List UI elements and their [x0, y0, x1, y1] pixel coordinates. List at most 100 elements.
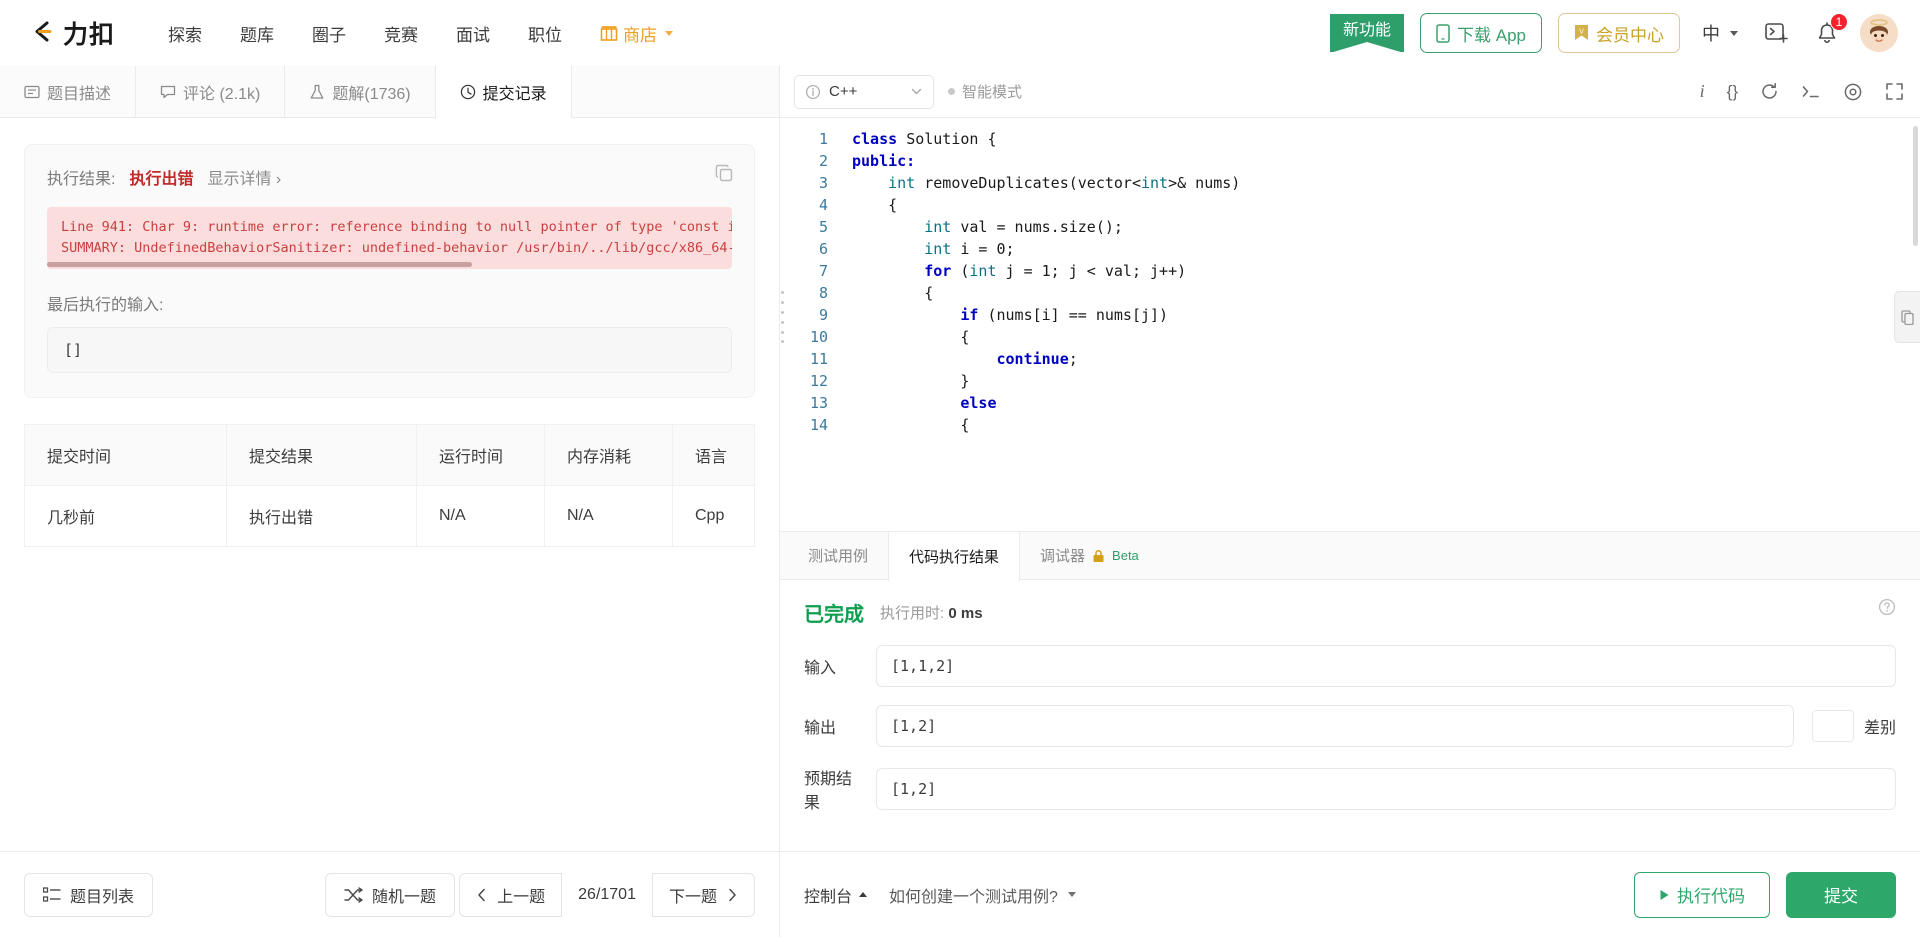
next-problem-button[interactable]: 下一题: [651, 872, 755, 917]
run-code-label: 执行代码: [1677, 887, 1745, 906]
nav-label: 题库: [240, 25, 275, 45]
code-token: (: [951, 262, 970, 280]
code-content[interactable]: class Solution {public: int removeDuplic…: [838, 118, 1920, 531]
line-number: 2: [818, 152, 828, 170]
vip-badge-icon: V: [1574, 24, 1589, 42]
info-icon[interactable]: i: [1700, 81, 1705, 102]
diff-toggle[interactable]: [1811, 710, 1854, 742]
run-code-button[interactable]: 执行代码: [1634, 871, 1770, 918]
info-circle-icon: [805, 84, 821, 100]
code-token: >& nums): [1168, 174, 1241, 192]
code-line[interactable]: int removeDuplicates(vector<int>& nums): [852, 172, 1920, 194]
vip-center-button[interactable]: V 会员中心: [1558, 13, 1680, 53]
new-feature-label: 新功能: [1330, 14, 1405, 52]
code-vertical-scrollbar[interactable]: [1913, 126, 1918, 246]
nav-item-problems[interactable]: 题库: [221, 21, 293, 46]
terminal-add-icon[interactable]: [1760, 16, 1794, 50]
help-circle-icon[interactable]: [1878, 598, 1896, 616]
code-token: {: [852, 328, 970, 346]
collapse-panel-button[interactable]: [1894, 291, 1920, 344]
code-line[interactable]: for (int j = 1; j < val; j++): [852, 260, 1920, 282]
format-braces-icon[interactable]: {}: [1727, 82, 1738, 102]
tab-solutions[interactable]: 题解(1736): [285, 66, 436, 117]
show-details-link[interactable]: 显示详情 ›: [207, 165, 281, 189]
console-toggle-button[interactable]: 控制台: [804, 883, 868, 907]
tab-label: 测试用例: [808, 548, 869, 565]
nav-item-store[interactable]: 商店: [581, 21, 692, 46]
tab-comments[interactable]: 评论 (2.1k): [136, 66, 286, 117]
cell-result[interactable]: 执行出错: [226, 485, 417, 547]
main-nav: 探索 题库 圈子 竞赛 面试 职位 商店: [149, 21, 692, 46]
tab-execution-result[interactable]: 代码执行结果: [888, 531, 1021, 581]
download-app-button[interactable]: 下载 App: [1420, 13, 1542, 53]
field-input-value[interactable]: [1,1,2]: [876, 645, 1896, 687]
nav-item-discuss[interactable]: 圈子: [293, 21, 365, 46]
editor-toolbar: C++ 智能模式 i {}: [780, 66, 1920, 118]
phone-icon: [1436, 23, 1450, 43]
caret-up-icon: [859, 892, 868, 897]
tab-description[interactable]: 题目描述: [0, 66, 137, 117]
table-row[interactable]: 几秒前 执行出错 N/A N/A Cpp: [24, 485, 755, 547]
col-runtime: 运行时间: [416, 424, 545, 486]
avatar[interactable]: [1860, 14, 1898, 52]
code-line[interactable]: continue;: [852, 348, 1920, 370]
prev-problem-button[interactable]: 上一题: [459, 872, 563, 917]
code-line[interactable]: class Solution {: [852, 128, 1920, 150]
code-line[interactable]: }: [852, 370, 1920, 392]
nav-item-interview[interactable]: 面试: [437, 21, 509, 46]
code-line[interactable]: {: [852, 194, 1920, 216]
error-horizontal-scrollbar[interactable]: [47, 262, 472, 267]
line-number: 11: [809, 350, 828, 368]
notification-badge: 1: [1830, 13, 1848, 31]
nav-item-explore[interactable]: 探索: [149, 21, 221, 46]
code-token: int: [888, 174, 916, 192]
fullscreen-icon[interactable]: [1885, 82, 1904, 101]
line-number: 8: [818, 284, 828, 302]
tab-debugger[interactable]: 调试器 Beta: [1020, 532, 1159, 579]
field-output-value[interactable]: [1,2]: [876, 705, 1794, 747]
nav-item-jobs[interactable]: 职位: [509, 21, 581, 46]
svg-text:V: V: [1579, 29, 1584, 36]
code-line[interactable]: public:: [852, 150, 1920, 172]
language-select[interactable]: C++: [794, 74, 934, 109]
notification-bell-button[interactable]: 1: [1810, 13, 1848, 50]
nav-item-contest[interactable]: 竞赛: [365, 21, 437, 46]
code-line[interactable]: {: [852, 282, 1920, 304]
smart-mode-toggle[interactable]: 智能模式: [948, 81, 1022, 102]
diff-control[interactable]: 差别: [1811, 710, 1896, 742]
chevron-down-icon: [910, 85, 923, 98]
line-number: 7: [818, 262, 828, 280]
site-header: 力扣 探索 题库 圈子 竞赛 面试 职位 商店 新功能 下载 App V 会员中…: [0, 0, 1920, 66]
settings-icon[interactable]: [1843, 82, 1863, 102]
tab-label: 调试器: [1040, 548, 1086, 565]
code-line[interactable]: int val = nums.size();: [852, 216, 1920, 238]
tab-submissions[interactable]: 提交记录: [435, 66, 572, 118]
testcase-hint-link[interactable]: 如何创建一个测试用例?: [889, 883, 1076, 907]
panel-drag-handle[interactable]: [780, 291, 786, 344]
code-editor[interactable]: 1 2 3 4 5 6 7 8 9 10 11 12 13 14 class Solution {publ…: [780, 118, 1920, 531]
reset-icon[interactable]: [1760, 82, 1779, 101]
flask-icon: [309, 84, 325, 100]
code-line[interactable]: {: [852, 326, 1920, 348]
copy-icon[interactable]: [715, 164, 734, 183]
submissions-table: 提交时间 提交结果 运行时间 内存消耗 语言 几秒前 执行出错 N/A N/A: [24, 424, 755, 547]
page-counter: 26/1701: [578, 885, 636, 903]
problem-list-button[interactable]: 题目列表: [24, 872, 154, 917]
terminal-icon[interactable]: [1801, 83, 1821, 101]
language-selector[interactable]: 中: [1696, 20, 1744, 46]
code-line[interactable]: int i = 0;: [852, 238, 1920, 260]
field-expected-value[interactable]: [1,2]: [876, 768, 1896, 810]
code-line[interactable]: {: [852, 414, 1920, 436]
code-token: else: [960, 394, 997, 412]
random-problem-button[interactable]: 随机一题: [325, 872, 456, 917]
logo[interactable]: 力扣: [26, 15, 115, 51]
line-number: 9: [818, 306, 828, 324]
code-token: int: [924, 240, 952, 258]
submit-button[interactable]: 提交: [1786, 871, 1896, 918]
code-line[interactable]: if (nums[i] == nums[j]): [852, 304, 1920, 326]
beta-badge: Beta: [1112, 548, 1139, 563]
tab-testcase[interactable]: 测试用例: [788, 532, 888, 579]
description-icon: [24, 84, 40, 100]
code-line[interactable]: else: [852, 392, 1920, 414]
